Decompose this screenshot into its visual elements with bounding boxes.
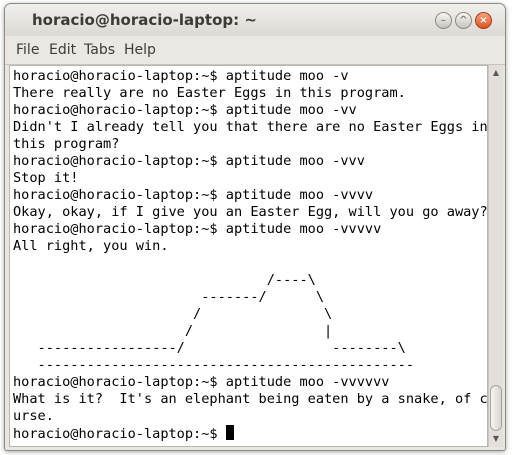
terminal-prompt-line: horacio@horacio-laptop:~$ [13, 425, 234, 442]
terminal-line: Stop it! [13, 170, 79, 186]
menu-tabs[interactable]: Tabs [84, 42, 115, 58]
scroll-down-arrow-icon[interactable]: ▼ [491, 434, 501, 444]
terminal-line: Okay, okay, if I give you an Easter Egg,… [13, 204, 488, 220]
terminal-line: horacio@horacio-laptop:~$ aptitude moo -… [13, 68, 349, 84]
terminal-line: -------/ \ [13, 289, 324, 305]
terminal-line: horacio@horacio-laptop:~$ aptitude moo -… [13, 102, 357, 118]
menu-file[interactable]: File [16, 42, 39, 58]
terminal-line: this program? [13, 136, 120, 152]
terminal-line: What is it? It's an elephant being eaten… [13, 391, 488, 407]
title-bar[interactable]: horacio@horacio-laptop: ~ – ^ × [5, 4, 505, 36]
terminal-line: horacio@horacio-laptop:~$ aptitude moo -… [13, 374, 390, 390]
vertical-scrollbar[interactable]: ▲ ▼ [488, 65, 503, 447]
text-cursor [225, 425, 234, 440]
menu-bar: File Edit Tabs Help [5, 36, 505, 65]
terminal-line: Didn't I already tell you that there are… [13, 119, 488, 135]
close-button[interactable]: × [475, 12, 492, 29]
terminal-output[interactable]: horacio@horacio-laptop:~$ aptitude moo -… [9, 65, 488, 447]
terminal-prompt: horacio@horacio-laptop:~$ [13, 426, 226, 442]
terminal-line: All right, you win. [13, 238, 169, 254]
terminal-line: / | [13, 323, 333, 339]
minimize-button[interactable]: – [435, 12, 452, 29]
menu-help[interactable]: Help [124, 42, 156, 58]
terminal-line: horacio@horacio-laptop:~$ aptitude moo -… [13, 153, 365, 169]
terminal-line: /----\ [13, 272, 316, 288]
terminal-line: horacio@horacio-laptop:~$ aptitude moo -… [13, 187, 374, 203]
menu-edit[interactable]: Edit [49, 42, 76, 58]
terminal-line: horacio@horacio-laptop:~$ aptitude moo -… [13, 221, 382, 237]
terminal-line: urse. [13, 408, 54, 424]
window-title: horacio@horacio-laptop: ~ [32, 11, 257, 29]
terminal-line: -----------------/ --------\ [13, 340, 406, 356]
terminal-window: horacio@horacio-laptop: ~ – ^ × File Edi… [4, 3, 506, 451]
scrollbar-thumb[interactable] [490, 385, 502, 431]
terminal-line: There really are no Easter Eggs in this … [13, 85, 406, 101]
terminal-line: / \ [13, 306, 333, 322]
scroll-up-arrow-icon[interactable]: ▲ [491, 68, 501, 78]
maximize-button[interactable]: ^ [455, 12, 472, 29]
terminal-line: ----------------------------------------… [13, 357, 415, 373]
